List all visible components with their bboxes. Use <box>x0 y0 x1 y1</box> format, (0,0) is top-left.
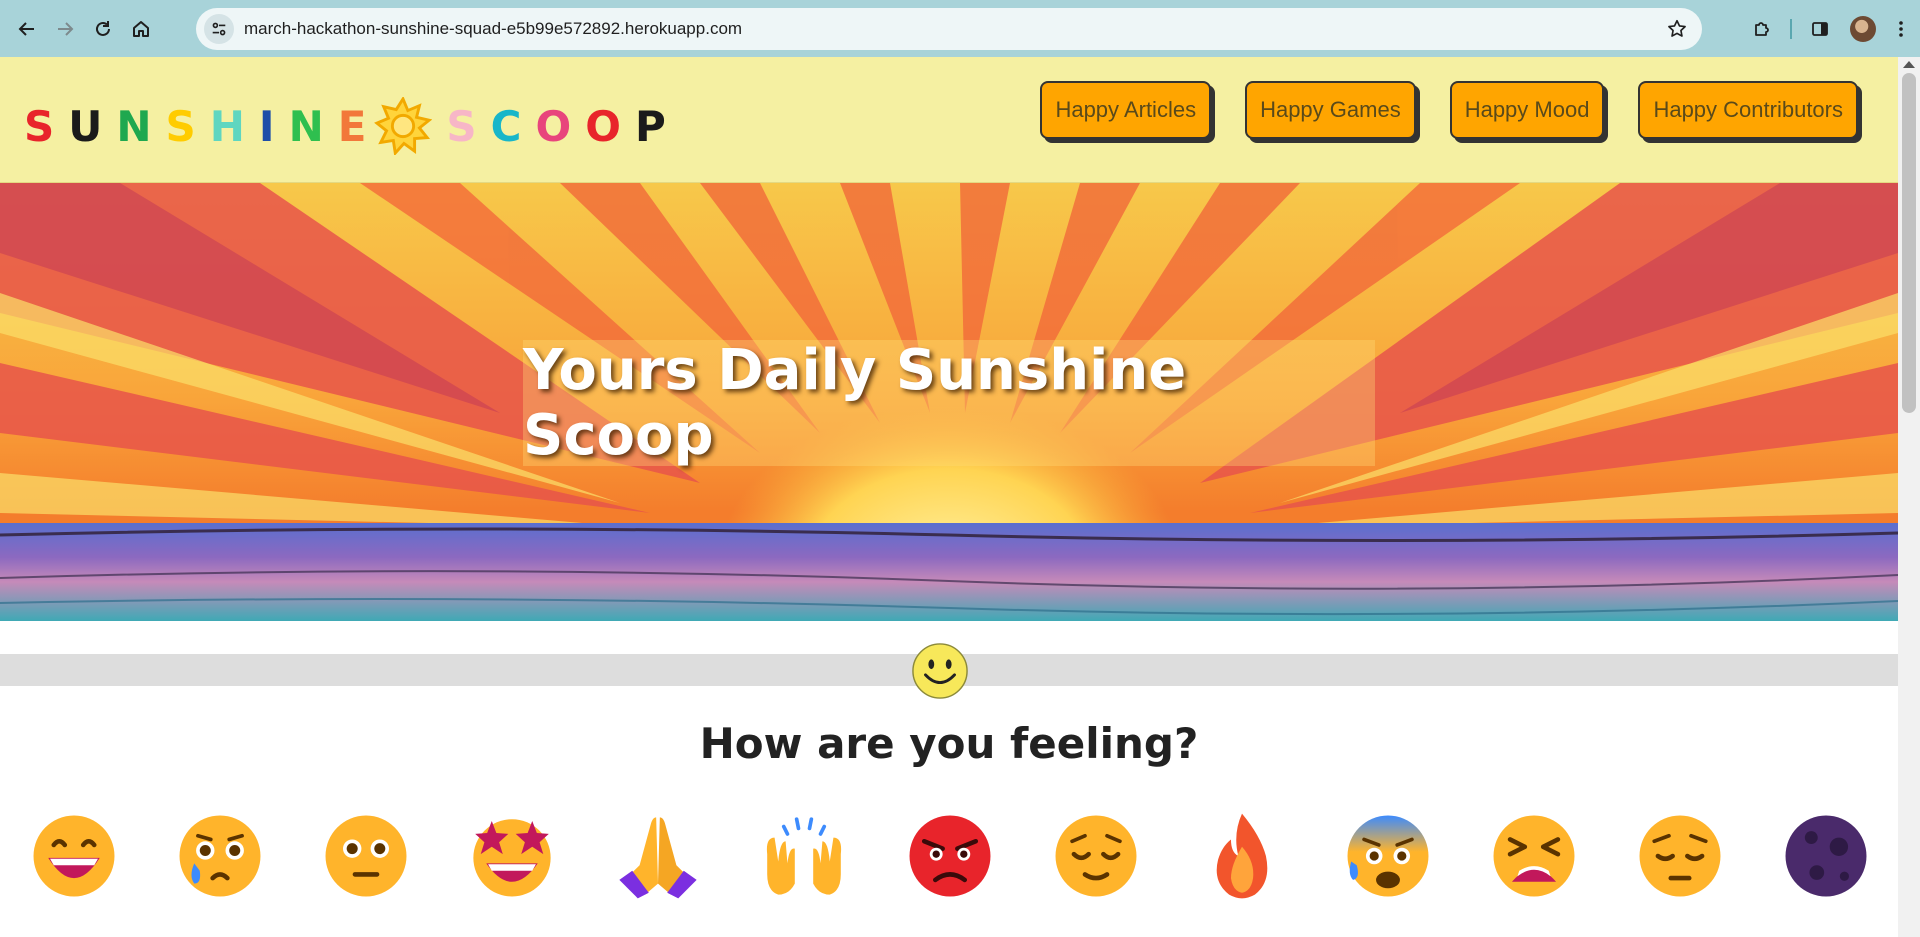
page-scrollbar[interactable] <box>1898 57 1920 937</box>
site-logo[interactable]: S U N S H I N E S C O O P <box>24 97 680 155</box>
logo-letter: U <box>68 101 117 151</box>
profile-avatar[interactable] <box>1850 15 1876 42</box>
home-button[interactable] <box>121 9 161 49</box>
tune-icon <box>212 22 226 36</box>
pensive-face-icon[interactable] <box>1634 810 1726 902</box>
sad-but-relieved-face-icon[interactable] <box>174 810 266 902</box>
more-vert-icon <box>1899 20 1903 37</box>
angry-face-icon[interactable] <box>904 810 996 902</box>
logo-letter: C <box>490 101 536 151</box>
page-viewport: S U N S H I N E S C O O P Happy Articles… <box>0 57 1898 937</box>
tired-face-icon[interactable] <box>1488 810 1580 902</box>
address-bar[interactable]: march-hackathon-sunshine-squad-e5b99e572… <box>196 8 1702 50</box>
back-button[interactable] <box>7 9 47 49</box>
site-info-button[interactable] <box>204 14 234 44</box>
hero-title-box: Yours Daily Sunshine Scoop <box>523 338 1375 468</box>
anxious-face-icon[interactable] <box>1342 810 1434 902</box>
logo-letter: N <box>116 101 166 151</box>
logo-letter: S <box>24 101 69 151</box>
bookmark-star-icon[interactable] <box>1666 18 1688 40</box>
fire-icon[interactable] <box>1196 810 1288 902</box>
browser-toolbar: march-hackathon-sunshine-squad-e5b99e572… <box>0 0 1920 57</box>
sun-logo-icon <box>374 97 433 155</box>
happy-contributors-button[interactable]: Happy Contributors <box>1638 81 1858 139</box>
toolbar-separator <box>1790 18 1792 39</box>
site-header: S U N S H I N E S C O O P Happy Articles… <box>0 57 1898 183</box>
extensions-button[interactable] <box>1742 9 1782 49</box>
happy-mood-button[interactable]: Happy Mood <box>1449 81 1605 139</box>
grinning-face-icon[interactable] <box>28 810 120 902</box>
smiley-face-icon <box>912 643 968 699</box>
reload-icon <box>96 20 110 36</box>
arrow-right-icon <box>58 21 74 36</box>
logo-letter: O <box>585 101 635 151</box>
logo-letter: H <box>209 101 259 151</box>
arrow-left-icon <box>18 21 34 36</box>
happy-games-button[interactable]: Happy Games <box>1245 81 1416 139</box>
scroll-up-arrow-icon[interactable] <box>1903 61 1915 68</box>
star-struck-icon[interactable] <box>466 810 558 902</box>
toolbar-right <box>1742 0 1920 57</box>
relieved-face-icon[interactable] <box>1050 810 1142 902</box>
logo-letter: S <box>446 101 491 151</box>
mood-title: How are you feeling? <box>699 719 1199 768</box>
mood-emoji-row <box>28 810 1898 902</box>
logo-letter: O <box>535 101 586 151</box>
folded-hands-icon[interactable] <box>612 810 704 902</box>
main-nav: Happy Articles Happy Games Happy Mood Ha… <box>1040 81 1858 139</box>
menu-button[interactable] <box>1886 9 1916 49</box>
scroll-thumb[interactable] <box>1902 73 1916 413</box>
new-moon-icon[interactable] <box>1780 810 1872 902</box>
reload-button[interactable] <box>83 9 123 49</box>
forward-button[interactable] <box>45 9 85 49</box>
logo-letter: S <box>165 101 210 151</box>
side-panel-button[interactable] <box>1800 9 1840 49</box>
logo-letter: I <box>258 101 289 151</box>
home-icon <box>133 20 149 37</box>
logo-letter: P <box>634 101 680 151</box>
raising-hands-icon[interactable] <box>758 810 850 902</box>
hero-banner: Yours Daily Sunshine Scoop <box>0 183 1898 621</box>
face-without-mouth-icon[interactable] <box>320 810 412 902</box>
hero-title: Yours Daily Sunshine Scoop <box>523 338 1187 468</box>
happy-articles-button[interactable]: Happy Articles <box>1040 81 1212 139</box>
logo-letter: N <box>288 101 338 151</box>
url-text[interactable]: march-hackathon-sunshine-squad-e5b99e572… <box>244 19 742 39</box>
side-panel-icon <box>1812 21 1828 36</box>
puzzle-icon <box>1755 21 1769 36</box>
